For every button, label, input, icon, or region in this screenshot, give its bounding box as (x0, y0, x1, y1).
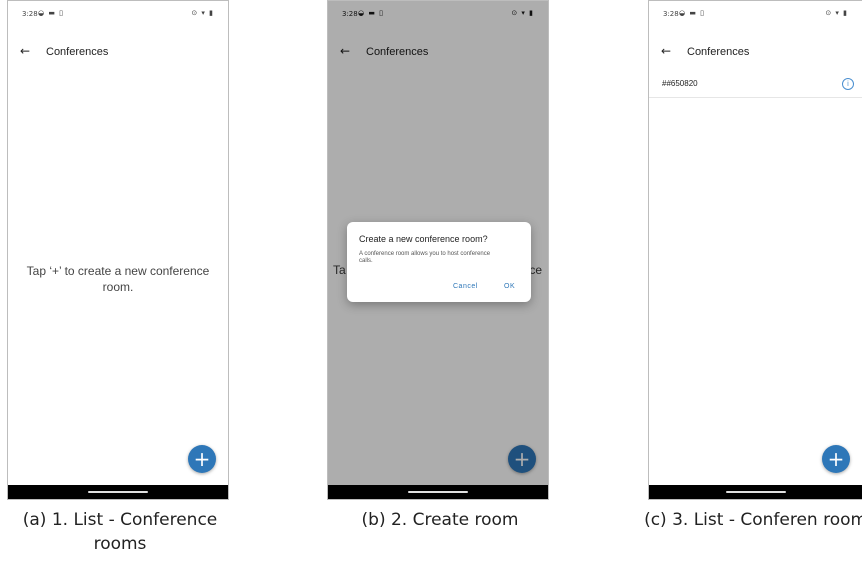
figure-caption: (c) 3. List - Conferen rooms (644, 510, 862, 530)
info-icon[interactable]: i (842, 78, 854, 90)
navigation-bar (328, 485, 548, 499)
page-title: Conferences (46, 46, 109, 58)
notification-icons: ◒ ▬ ▯ (38, 9, 65, 17)
status-time: 3:28 (663, 10, 679, 18)
add-conference-button[interactable]: + (822, 445, 850, 473)
home-gesture-handle[interactable] (725, 491, 786, 493)
status-time: 3:28 (22, 10, 38, 18)
notification-icons: ◒ ▬ ▯ (679, 9, 706, 17)
cancel-button[interactable]: Cancel (453, 283, 478, 290)
create-room-dialog: Create a new conference room? A conferen… (347, 222, 531, 302)
figure-caption: (a) 1. List - Conference rooms (22, 510, 218, 554)
home-gesture-handle[interactable] (408, 491, 468, 493)
add-conference-button[interactable]: + (188, 445, 216, 473)
system-status-icons: ⊙ ▾ ▮ (191, 9, 214, 17)
screen-list-empty: 3:28 ◒ ▬ ▯ ⊙ ▾ ▮ ← Conferences Tap ‘+’ t… (7, 0, 229, 500)
status-bar: 3:28 ◒ ▬ ▯ ⊙ ▾ ▮ (649, 1, 862, 29)
dialog-message: A conference room allows you to host con… (359, 251, 491, 264)
system-status-icons: ⊙ ▾ ▮ (825, 9, 848, 17)
ok-button[interactable]: OK (504, 283, 515, 290)
status-bar: 3:28 ◒ ▬ ▯ ⊙ ▾ ▮ (8, 1, 228, 29)
figure-caption: (b) 2. Create room (361, 510, 519, 530)
navigation-bar (649, 485, 862, 499)
app-bar: ← Conferences (8, 37, 228, 67)
back-arrow-icon[interactable]: ← (20, 45, 30, 57)
conference-room-item[interactable]: ##650820 i (649, 73, 862, 98)
app-bar: ← Conferences (649, 37, 862, 67)
empty-state-message: Tap ‘+’ to create a new conference room. (26, 264, 210, 294)
home-gesture-handle[interactable] (88, 491, 148, 493)
screen-create-room: 3:28 ◒ ▬ ▯ ⊙ ▾ ▮ ← Conferences Ta ce + C… (327, 0, 549, 500)
back-arrow-icon[interactable]: ← (661, 45, 671, 57)
conference-room-name: ##650820 (662, 79, 698, 88)
navigation-bar (8, 485, 228, 499)
screen-list-rooms: 3:28 ◒ ▬ ▯ ⊙ ▾ ▮ ← Conferences ##650820 … (648, 0, 862, 500)
dialog-title: Create a new conference room? (359, 234, 488, 244)
page-title: Conferences (687, 46, 750, 58)
